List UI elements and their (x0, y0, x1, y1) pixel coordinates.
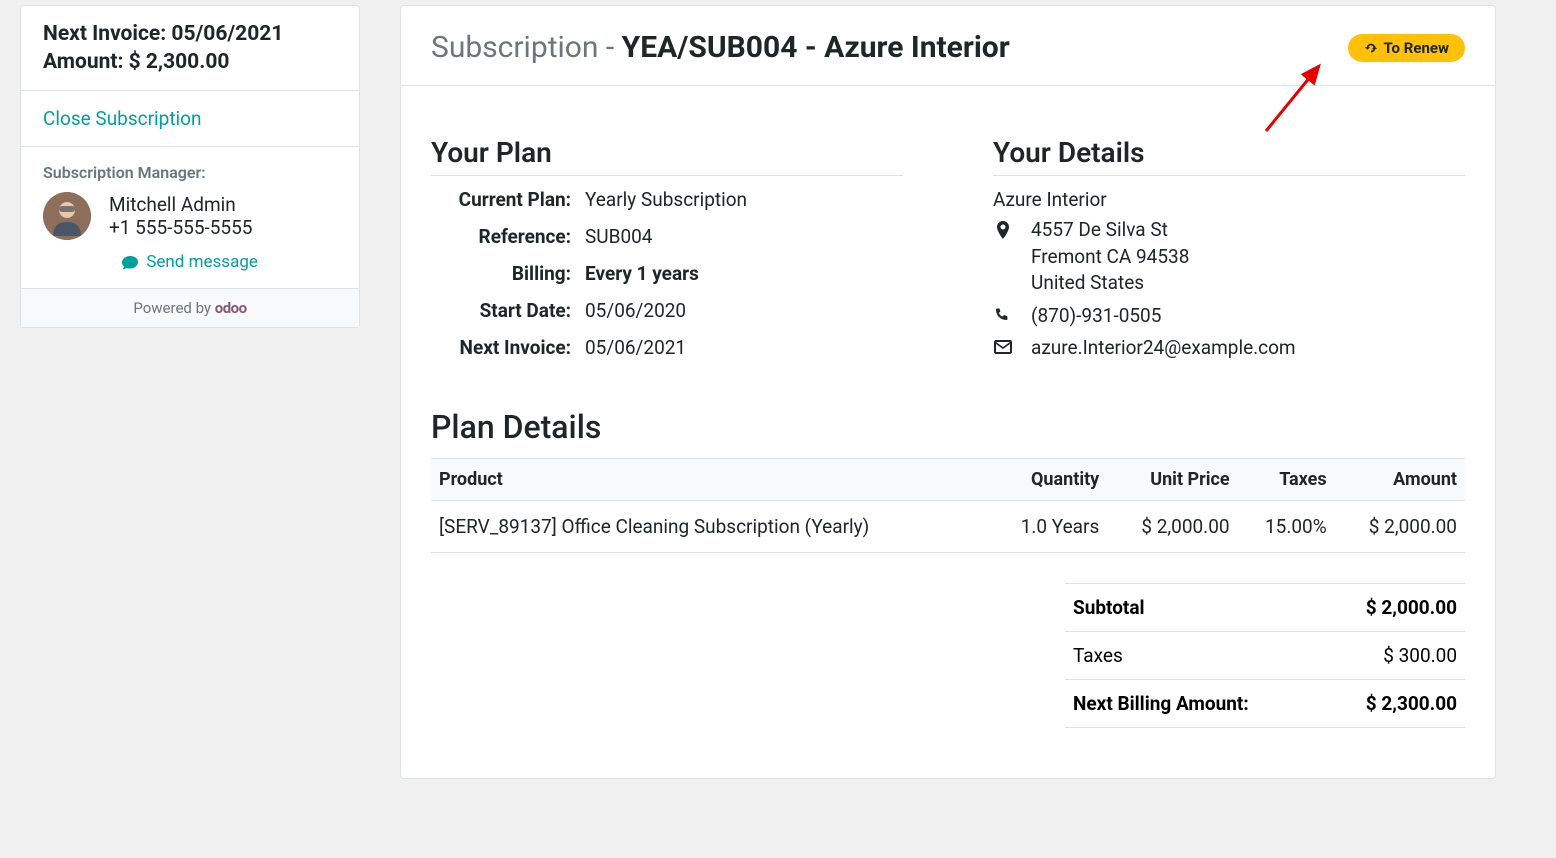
refresh-icon (1364, 41, 1378, 55)
td-taxes: 15.00% (1238, 500, 1335, 552)
reference-value: SUB004 (571, 225, 903, 248)
send-message-link[interactable]: Send message (122, 252, 258, 272)
next-billing-label: Next Billing Amount: (1073, 692, 1249, 715)
subtotal-value: $ 2,000.00 (1366, 596, 1457, 619)
billing-value: Every 1 years (571, 262, 903, 285)
th-amount: Amount (1335, 458, 1465, 500)
billing-label: Billing: (431, 262, 571, 285)
plan-details-section: Plan Details Product Quantity Unit Price… (401, 388, 1495, 748)
reference-label: Reference: (431, 225, 571, 248)
manager-phone: +1 555-555-5555 (109, 216, 252, 239)
next-invoice-value: 05/06/2021 (571, 336, 903, 359)
manager-section: Subscription Manager: Mitchell Admin +1 … (21, 147, 359, 289)
powered-by: Powered by odoo (21, 289, 359, 327)
your-details-title: Your Details (993, 136, 1465, 176)
next-invoice-label: Next Invoice: (431, 336, 571, 359)
email-text: azure.Interior24@example.com (1031, 335, 1296, 362)
phone-row: (870)-931-0505 (993, 303, 1465, 330)
td-product: [SERV_89137] Office Cleaning Subscriptio… (431, 500, 989, 552)
manager-label: Subscription Manager: (43, 163, 337, 182)
address-line1: 4557 De Silva St (1031, 217, 1189, 244)
phone-text: (870)-931-0505 (1031, 303, 1161, 330)
envelope-icon (993, 335, 1013, 358)
td-amount: $ 2,000.00 (1335, 500, 1465, 552)
close-subscription-section: Close Subscription (21, 91, 359, 147)
td-quantity: 1.0 Years (989, 500, 1107, 552)
manager-info: Mitchell Admin +1 555-555-5555 (109, 193, 252, 239)
next-billing-value: $ 2,300.00 (1366, 692, 1457, 715)
map-marker-icon (993, 217, 1013, 243)
sidebar-card: Next Invoice: 05/06/2021 Amount: $ 2,300… (20, 5, 360, 328)
address-text: 4557 De Silva St Fremont CA 94538 United… (1031, 217, 1189, 297)
send-message-label: Send message (146, 252, 258, 272)
header-row: Subscription - YEA/SUB004 - Azure Interi… (401, 6, 1495, 86)
taxes-value: $ 300.00 (1383, 644, 1457, 667)
send-message-container: Send message (43, 252, 337, 272)
content-columns: Your Plan Current Plan: Yearly Subscript… (401, 86, 1495, 388)
th-taxes: Taxes (1238, 458, 1335, 500)
subtotal-label: Subtotal (1073, 596, 1145, 619)
subtotal-row: Subtotal $ 2,000.00 (1065, 583, 1465, 632)
td-unit-price: $ 2,000.00 (1107, 500, 1237, 552)
chat-icon (122, 256, 138, 270)
subscription-name: YEA/SUB004 - Azure Interior (622, 30, 1010, 65)
start-date-label: Start Date: (431, 299, 571, 322)
main-card: Subscription - YEA/SUB004 - Azure Interi… (400, 5, 1496, 779)
th-unit-price: Unit Price (1107, 458, 1237, 500)
next-billing-row: Next Billing Amount: $ 2,300.00 (1065, 680, 1465, 728)
your-plan-title: Your Plan (431, 136, 903, 176)
sidebar: Next Invoice: 05/06/2021 Amount: $ 2,300… (20, 5, 360, 858)
subscription-prefix: Subscription - (431, 30, 622, 65)
next-invoice-label: Next Invoice: 05/06/2021 (43, 22, 337, 46)
taxes-row: Taxes $ 300.00 (1065, 632, 1465, 680)
your-details-column: Your Details Azure Interior 4557 De Silv… (993, 136, 1465, 368)
current-plan-value: Yearly Subscription (571, 188, 903, 211)
manager-name: Mitchell Admin (109, 193, 252, 216)
invoice-summary: Next Invoice: 05/06/2021 Amount: $ 2,300… (21, 6, 359, 91)
th-product: Product (431, 458, 989, 500)
address-row: 4557 De Silva St Fremont CA 94538 United… (993, 217, 1465, 297)
subscription-title: Subscription - YEA/SUB004 - Azure Interi… (431, 30, 1010, 65)
totals: Subtotal $ 2,000.00 Taxes $ 300.00 Next … (1065, 583, 1465, 728)
table-row: [SERV_89137] Office Cleaning Subscriptio… (431, 500, 1465, 552)
main-content: Subscription - YEA/SUB004 - Azure Interi… (400, 5, 1496, 858)
th-quantity: Quantity (989, 458, 1107, 500)
company-name: Azure Interior (993, 188, 1465, 211)
powered-by-label: Powered by (133, 299, 211, 317)
plan-table: Product Quantity Unit Price Taxes Amount… (431, 458, 1465, 553)
close-subscription-link[interactable]: Close Subscription (43, 107, 202, 130)
email-row: azure.Interior24@example.com (993, 335, 1465, 362)
current-plan-label: Current Plan: (431, 188, 571, 211)
your-plan-column: Your Plan Current Plan: Yearly Subscript… (431, 136, 903, 368)
address-line2: Fremont CA 94538 (1031, 244, 1189, 271)
to-renew-label: To Renew (1384, 39, 1449, 57)
odoo-logo[interactable]: odoo (215, 299, 247, 317)
avatar (43, 192, 91, 240)
phone-icon (993, 303, 1013, 327)
address-line3: United States (1031, 270, 1189, 297)
start-date-value: 05/06/2020 (571, 299, 903, 322)
amount-label: Amount: $ 2,300.00 (43, 50, 337, 74)
manager-row: Mitchell Admin +1 555-555-5555 (43, 192, 337, 240)
table-header-row: Product Quantity Unit Price Taxes Amount (431, 458, 1465, 500)
to-renew-badge[interactable]: To Renew (1348, 34, 1465, 62)
plan-details-title: Plan Details (431, 408, 1465, 446)
taxes-label: Taxes (1073, 644, 1123, 667)
plan-grid: Current Plan: Yearly Subscription Refere… (431, 188, 903, 359)
